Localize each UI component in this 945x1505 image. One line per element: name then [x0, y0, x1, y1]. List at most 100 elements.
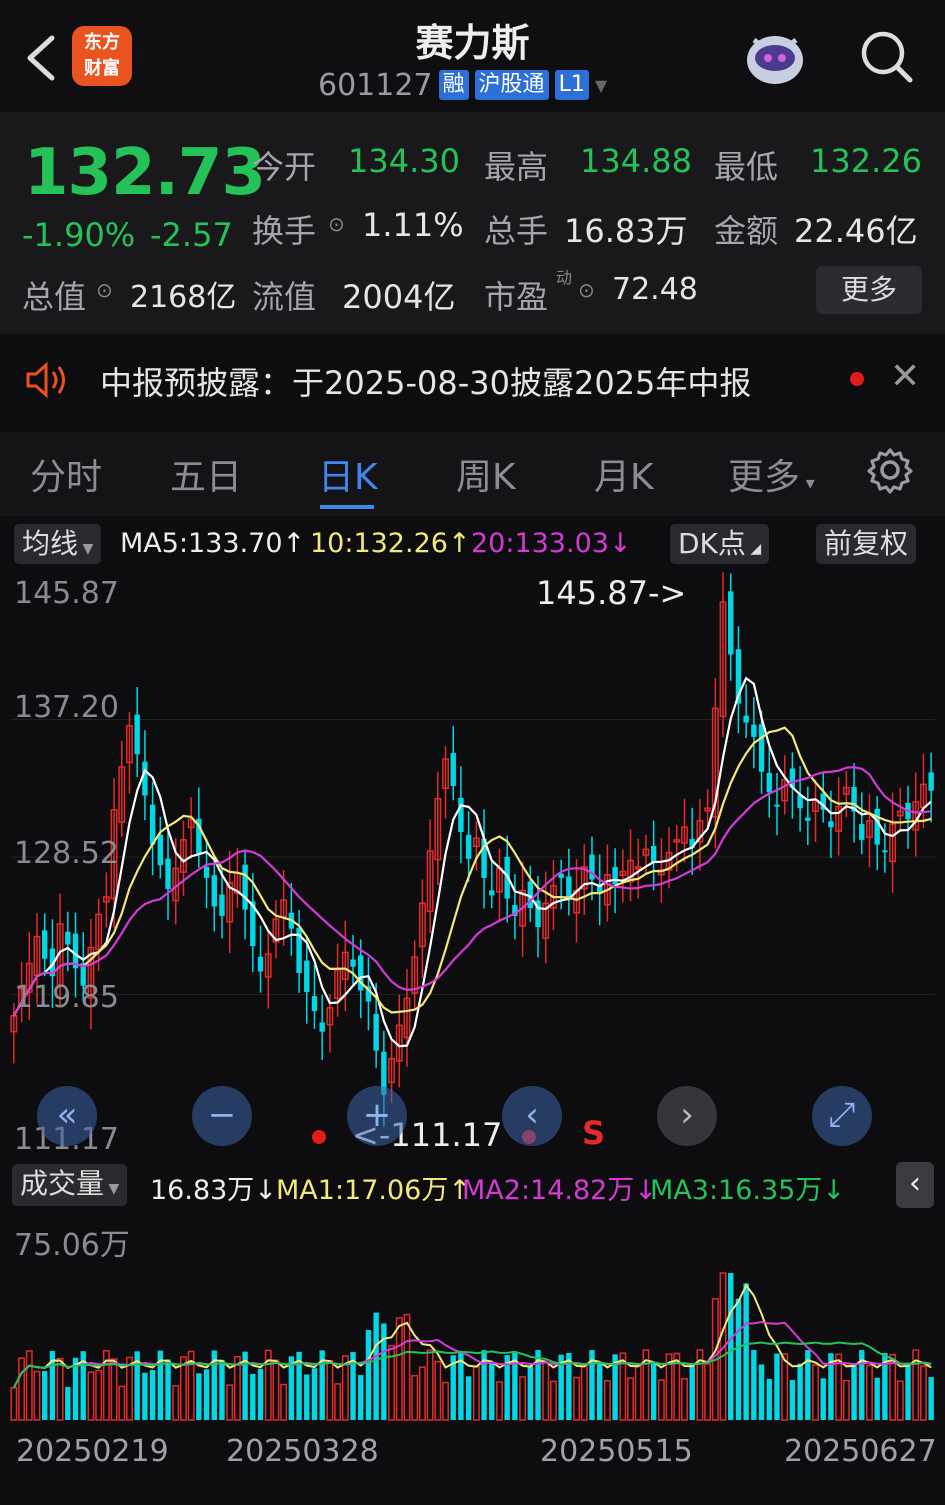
volume-bar	[842, 1379, 850, 1421]
tab-five-day[interactable]: 五日	[170, 448, 242, 500]
tab-daily-k[interactable]: 日K	[318, 448, 378, 500]
ma10-value: 10:132.26↑	[310, 528, 471, 559]
volume-bar	[928, 1377, 934, 1420]
indicator-selector[interactable]: 均线 ▼	[14, 524, 102, 564]
market-cap-label: 总值	[22, 278, 87, 316]
volume-bar	[10, 1386, 18, 1421]
volume-ma1-text: MA1:17.06万	[276, 1175, 449, 1206]
volume-bar	[358, 1375, 364, 1420]
volume-current: 16.83万↓	[150, 1175, 277, 1206]
more-quote-button[interactable]: 更多	[816, 266, 922, 314]
volume-bar	[395, 1317, 403, 1421]
date-axis-label: 20250515	[540, 1434, 693, 1469]
volume-bar	[542, 1361, 550, 1421]
volume-bar	[25, 1350, 33, 1421]
tab-weekly-k[interactable]: 周K	[456, 448, 516, 500]
stock-subtitle[interactable]: 601127 融 沪股通 L1 ▼	[318, 68, 608, 103]
tab-intraday[interactable]: 分时	[30, 448, 102, 500]
candlestick-chart[interactable]	[10, 572, 935, 1158]
caret-down-icon: ▼	[104, 1181, 120, 1197]
candle-body	[728, 591, 734, 655]
volume-bar	[203, 1369, 210, 1420]
settings-gear-icon[interactable]	[866, 446, 914, 498]
info-icon[interactable]: ⊙	[578, 278, 595, 302]
info-icon[interactable]: ⊙	[96, 278, 113, 302]
volume-bar	[18, 1357, 26, 1421]
chevron-down-icon: ▼	[594, 75, 608, 95]
volume-bar	[172, 1385, 180, 1421]
search-icon[interactable]	[858, 28, 914, 84]
unread-dot	[850, 372, 864, 386]
ma10-value-text: 10:132.26	[310, 528, 448, 559]
volume-ma1: MA1:17.06万↑	[276, 1175, 471, 1206]
indicator-selector-label: 均线	[22, 527, 79, 560]
volume-bar	[434, 1360, 442, 1421]
volume-indicator-selector[interactable]: 成交量 ▼	[12, 1164, 128, 1206]
dk-point-button[interactable]: DK点 ◢	[670, 524, 770, 564]
pe-dynamic-mark: 动	[556, 268, 573, 287]
margin-tag: 融	[438, 70, 469, 100]
volume-axis-max: 75.06万	[14, 1228, 130, 1263]
date-axis-label: 20250328	[226, 1434, 379, 1469]
fast-rewind-button[interactable]: «	[37, 1086, 97, 1146]
volume-bar	[751, 1350, 757, 1420]
volume-bar	[179, 1356, 187, 1421]
volume-ma3: MA3:16.35万↓	[650, 1175, 845, 1206]
change-percent: -1.90%	[22, 216, 136, 254]
volume-bar	[365, 1330, 372, 1420]
candle-body	[65, 931, 71, 945]
amount-label: 金额	[714, 212, 779, 250]
zoom-in-button[interactable]: +	[347, 1086, 407, 1146]
volume-bar	[65, 1387, 71, 1420]
volume-bar	[519, 1376, 527, 1421]
fullscreen-icon[interactable]: ⤢	[812, 1086, 872, 1146]
volume-bar	[257, 1368, 264, 1420]
collapse-panel-button[interactable]: ‹	[896, 1162, 934, 1208]
candle-body	[743, 715, 749, 723]
candle-body	[650, 845, 657, 863]
candle-body	[489, 890, 495, 896]
tab-more-label: 更多	[728, 457, 801, 498]
volume-bar	[373, 1312, 379, 1420]
volume-bar	[149, 1369, 156, 1420]
step-back-button[interactable]: ‹	[502, 1086, 562, 1146]
ma20-value: 20:133.03↓	[471, 528, 632, 559]
connect-tag: 沪股通	[474, 70, 549, 100]
float-cap-label: 流值	[252, 278, 317, 316]
volume-label: 总手	[484, 212, 549, 250]
ma5-value: MA5:133.70↑	[120, 528, 306, 559]
candle-body	[350, 959, 356, 967]
zoom-out-button[interactable]: −	[192, 1086, 252, 1146]
volume-value: 16.83万	[564, 212, 688, 250]
step-forward-button[interactable]: ›	[657, 1086, 717, 1146]
volume-bar	[580, 1364, 588, 1421]
pe-value: 72.48	[612, 272, 698, 307]
price-axis-label: 137.20	[14, 690, 119, 725]
volume-bar	[634, 1364, 642, 1421]
candle-body	[142, 761, 148, 796]
corner-arrow-icon: ◢	[745, 541, 762, 557]
date-axis-label: 20250219	[16, 1434, 169, 1469]
candle-body	[165, 858, 171, 890]
notice-text[interactable]: 中报预披露：于2025-08-30披露2025年中报	[100, 358, 751, 404]
candle-body	[219, 894, 225, 916]
date-axis-label: 20250627	[784, 1434, 937, 1469]
adjust-button[interactable]: 前复权	[816, 524, 917, 564]
tab-more[interactable]: 更多 ▾	[728, 448, 815, 500]
volume-bar	[681, 1378, 688, 1421]
candle-body	[149, 804, 156, 845]
tab-monthly-k[interactable]: 月K	[594, 448, 654, 500]
ma20-line	[12, 766, 932, 1017]
volume-bar	[56, 1357, 64, 1421]
open-value: 134.30	[348, 142, 460, 180]
volume-bar	[527, 1366, 534, 1420]
candle-body	[859, 823, 865, 840]
candle-body	[211, 875, 217, 907]
robot-assistant-icon[interactable]	[740, 22, 810, 92]
info-icon[interactable]: ⊙	[328, 212, 345, 236]
volume-ma3-text: MA3:16.35万	[650, 1175, 823, 1206]
volume-current-text: 16.83万	[150, 1175, 255, 1206]
ma5-line	[12, 676, 932, 1048]
close-icon[interactable]: ✕	[890, 356, 920, 397]
volume-bar	[735, 1298, 742, 1420]
